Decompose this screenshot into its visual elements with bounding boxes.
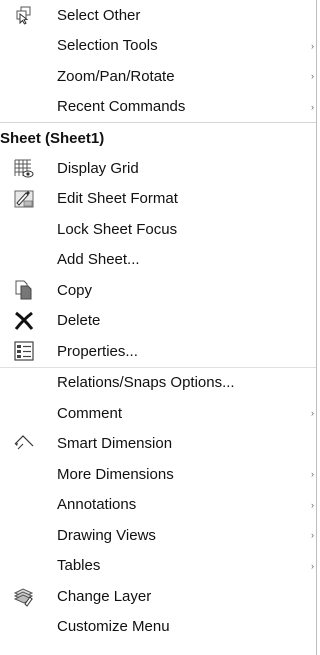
- menu-item-add-sheet[interactable]: Add Sheet...: [0, 245, 316, 276]
- menu-item-lock-sheet-focus[interactable]: Lock Sheet Focus: [0, 214, 316, 245]
- menu-item-label: Lock Sheet Focus: [57, 220, 178, 238]
- menu-item-label: Properties...: [57, 342, 138, 360]
- menu-item-select-other[interactable]: Select Other: [0, 0, 316, 31]
- submenu-arrow-icon: ›: [311, 560, 314, 571]
- menu-item-label: Change Layer: [57, 587, 152, 605]
- menu-item-label: Drawing Views: [57, 526, 156, 544]
- menu-item-label: Smart Dimension: [57, 435, 173, 453]
- menu-item-properties[interactable]: Properties...: [0, 336, 316, 367]
- menu-item-smart-dimension[interactable]: Smart Dimension: [0, 429, 316, 460]
- menu-item-label: Delete: [57, 312, 101, 330]
- submenu-arrow-icon: ›: [311, 408, 314, 419]
- submenu-arrow-icon: ›: [311, 530, 314, 541]
- submenu-arrow-icon: ›: [311, 101, 314, 112]
- submenu-arrow-icon: ›: [311, 40, 314, 51]
- select-other-icon: [0, 0, 48, 31]
- menu-item-label: Display Grid: [57, 159, 139, 177]
- menu-item-comment[interactable]: Comment ›: [0, 398, 316, 429]
- display-grid-icon: [0, 153, 48, 184]
- menu-item-change-layer[interactable]: Change Layer: [0, 581, 316, 612]
- properties-icon: [0, 336, 48, 367]
- menu-item-label: Selection Tools: [57, 37, 158, 55]
- copy-icon: [0, 275, 48, 306]
- section-title: Sheet (Sheet1): [0, 129, 105, 147]
- menu-item-label: Tables: [57, 557, 101, 575]
- menu-item-label: Add Sheet...: [57, 251, 140, 269]
- menu-item-annotations[interactable]: Annotations ›: [0, 490, 316, 521]
- submenu-arrow-icon: ›: [311, 499, 314, 510]
- menu-item-label: More Dimensions: [57, 465, 174, 483]
- menu-item-more-dimensions[interactable]: More Dimensions ›: [0, 459, 316, 490]
- menu-item-label: Customize Menu: [57, 618, 170, 636]
- menu-item-label: Edit Sheet Format: [57, 190, 178, 208]
- menu-item-recent-commands[interactable]: Recent Commands ›: [0, 92, 316, 123]
- smart-dimension-icon: [0, 429, 48, 460]
- menu-item-label: Annotations: [57, 496, 137, 514]
- menu-item-label: Copy: [57, 281, 93, 299]
- menu-item-label: Select Other: [57, 6, 141, 24]
- edit-sheet-format-icon: [0, 184, 48, 215]
- submenu-arrow-icon: ›: [311, 469, 314, 480]
- context-menu: Select Other Selection Tools › Zoom/Pan/…: [0, 0, 317, 655]
- submenu-arrow-icon: ›: [311, 71, 314, 82]
- menu-item-label: Relations/Snaps Options...: [57, 374, 235, 392]
- section-header-sheet: Sheet (Sheet1): [0, 122, 316, 153]
- menu-item-delete[interactable]: Delete: [0, 306, 316, 337]
- menu-item-edit-sheet-format[interactable]: Edit Sheet Format: [0, 184, 316, 215]
- menu-item-zoom-pan-rotate[interactable]: Zoom/Pan/Rotate ›: [0, 61, 316, 92]
- menu-item-copy[interactable]: Copy: [0, 275, 316, 306]
- menu-item-relations-snaps-options[interactable]: Relations/Snaps Options...: [0, 366, 316, 399]
- menu-item-display-grid[interactable]: Display Grid: [0, 153, 316, 184]
- menu-item-label: Comment: [57, 404, 123, 422]
- menu-item-selection-tools[interactable]: Selection Tools ›: [0, 31, 316, 62]
- menu-item-drawing-views[interactable]: Drawing Views ›: [0, 520, 316, 551]
- menu-item-tables[interactable]: Tables ›: [0, 551, 316, 582]
- menu-item-customize-menu[interactable]: Customize Menu: [0, 612, 316, 643]
- menu-item-label: Zoom/Pan/Rotate: [57, 67, 175, 85]
- change-layer-icon: [0, 581, 48, 612]
- menu-item-label: Recent Commands: [57, 98, 186, 116]
- delete-icon: [0, 306, 48, 337]
